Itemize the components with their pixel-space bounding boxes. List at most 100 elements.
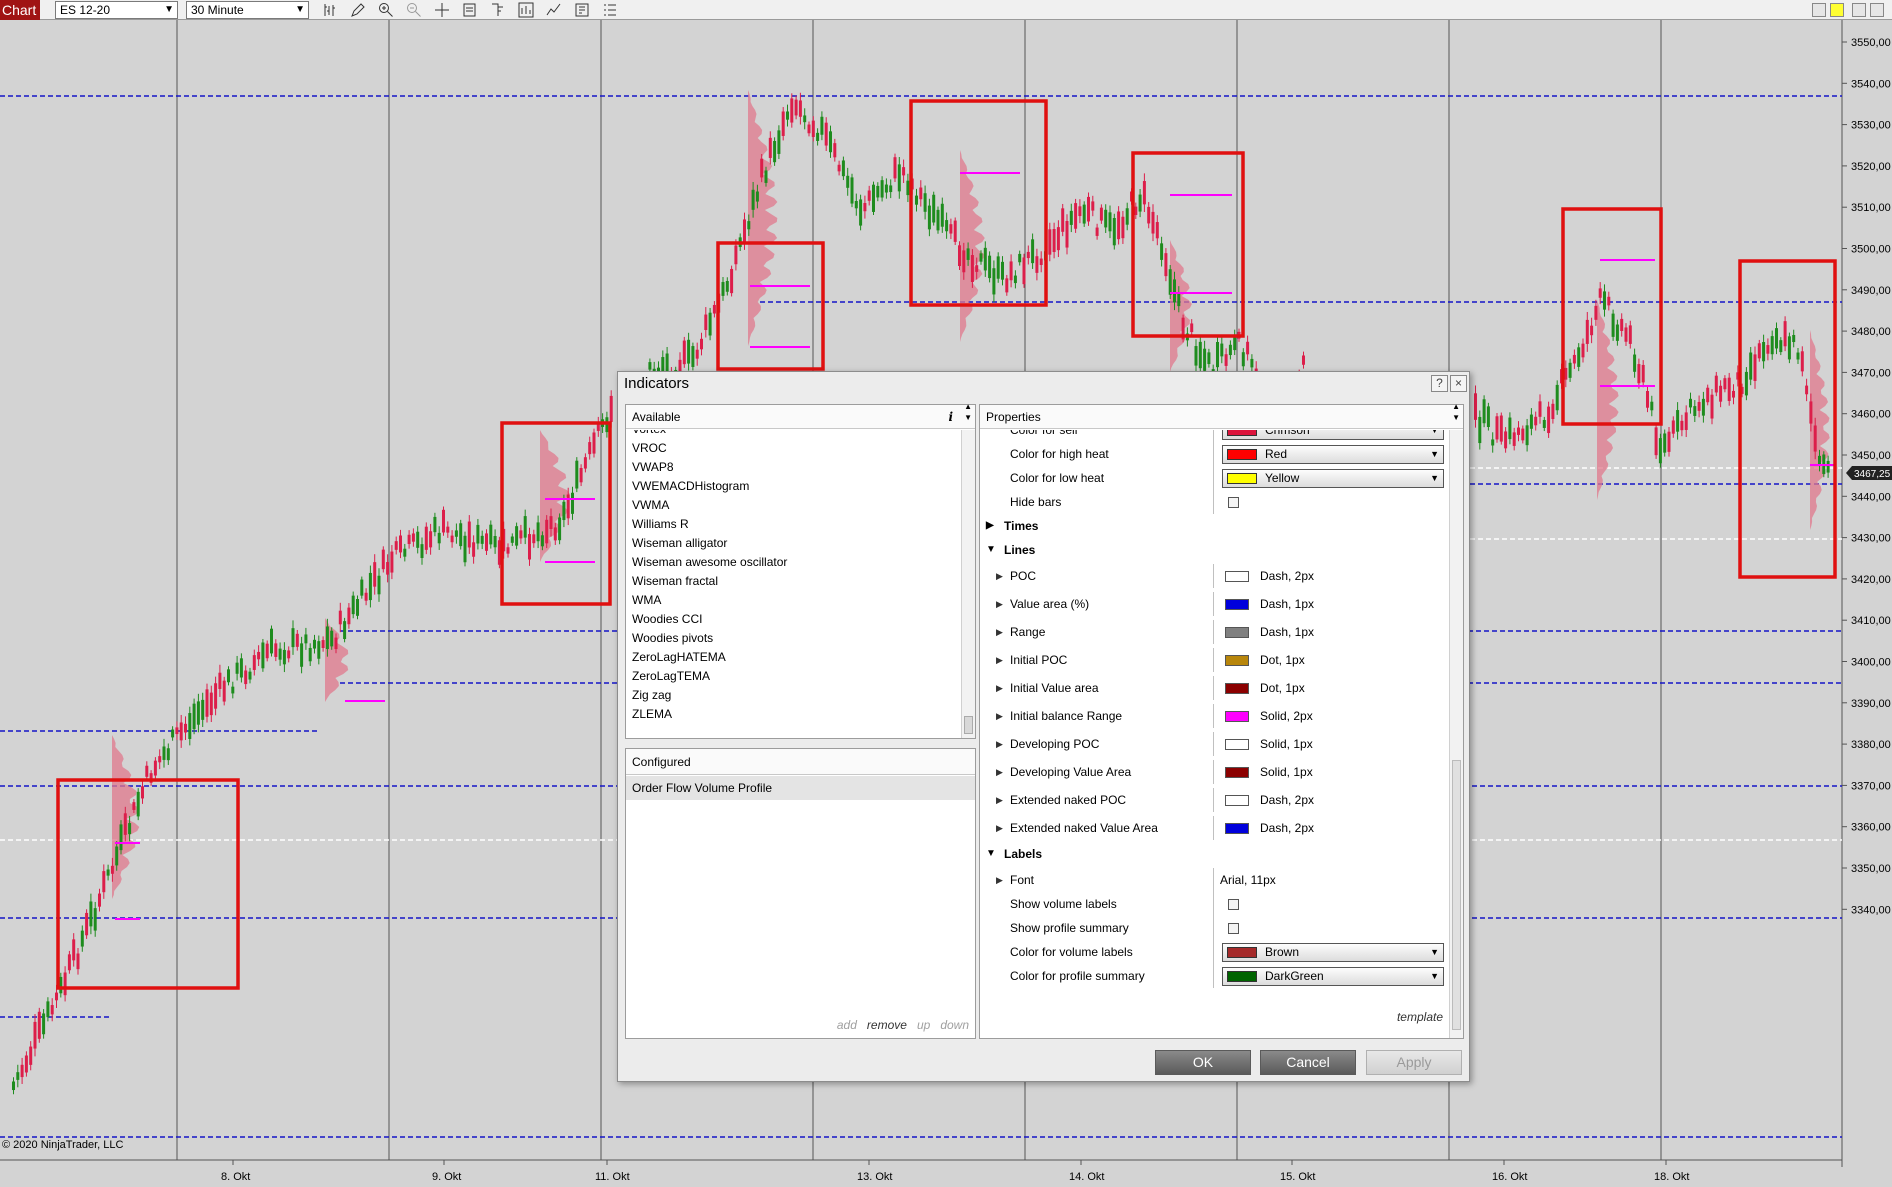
up-link[interactable]: up bbox=[917, 1018, 930, 1032]
available-item[interactable]: VROC bbox=[632, 439, 667, 458]
prop-color-high-heat[interactable]: Color for high heat Red ▼ bbox=[980, 442, 1449, 466]
available-item[interactable]: VWMA bbox=[632, 496, 669, 515]
cancel-button[interactable]: Cancel bbox=[1260, 1050, 1356, 1075]
available-item[interactable]: ZeroLagHATEMA bbox=[632, 648, 726, 667]
prop-color-sell[interactable]: Color for sell Crimson ▼ bbox=[980, 430, 1449, 442]
available-item[interactable]: ZeroLagTEMA bbox=[632, 667, 710, 686]
zoom-in-icon[interactable] bbox=[378, 2, 394, 18]
prop-developing-value-area[interactable]: ▶ Developing Value Area Solid, 1px bbox=[980, 760, 1449, 784]
properties-icon[interactable] bbox=[490, 2, 506, 18]
candle-body bbox=[1719, 385, 1723, 402]
available-item[interactable]: Wiseman fractal bbox=[632, 572, 718, 591]
candle-body bbox=[1026, 251, 1030, 259]
prop-hide-bars[interactable]: Hide bars bbox=[980, 490, 1449, 514]
maximize-icon[interactable] bbox=[1870, 3, 1884, 17]
help-button[interactable]: ? bbox=[1431, 375, 1448, 392]
crosshair-icon[interactable] bbox=[434, 2, 450, 18]
candle-body bbox=[282, 649, 286, 665]
prop-developing-poc[interactable]: ▶ Developing POC Solid, 1px bbox=[980, 732, 1449, 756]
show-volume-labels-checkbox[interactable] bbox=[1228, 899, 1239, 910]
chart-tab[interactable]: Chart bbox=[0, 0, 40, 20]
window-icon[interactable] bbox=[1812, 3, 1826, 17]
scroll-thumb[interactable] bbox=[1452, 760, 1461, 1030]
sort-arrows-icon[interactable]: ▲ ▼ bbox=[1452, 401, 1460, 423]
instrument-selector[interactable]: ES 12-20 ▼ bbox=[55, 1, 178, 19]
templates-icon[interactable] bbox=[574, 2, 590, 18]
minimize-icon[interactable] bbox=[1852, 3, 1866, 17]
color-dropdown[interactable]: Red ▼ bbox=[1222, 445, 1444, 464]
available-item[interactable]: Woodies CCI bbox=[632, 610, 702, 629]
prop-show-profile-summary[interactable]: Show profile summary bbox=[980, 916, 1449, 940]
available-item[interactable]: Zig zag bbox=[632, 686, 671, 705]
time-axis[interactable]: 8. Okt 9. Okt 11. Okt 13. Okt 14. Okt 15. Okt… bbox=[221, 1160, 1689, 1183]
remove-link[interactable]: remove bbox=[867, 1018, 907, 1032]
available-item[interactable]: ZLEMA bbox=[632, 705, 672, 724]
category-labels[interactable]: ▼ Labels bbox=[980, 842, 1449, 866]
ninjatrader-chart-window: Chart ES 12-20 ▼ 30 Minute ▼ 3550,00 3540… bbox=[0, 0, 1892, 1187]
candle-body bbox=[863, 203, 867, 212]
prop-color-profile-summary[interactable]: Color for profile summary DarkGreen ▼ bbox=[980, 964, 1449, 988]
available-scrollbar[interactable] bbox=[961, 430, 975, 738]
indicators-icon[interactable] bbox=[546, 2, 562, 18]
available-list[interactable]: VortexVROCVWAP8VWEMACDHistogramVWMAWilli… bbox=[626, 430, 961, 738]
sort-arrows-icon[interactable]: ▲ ▼ bbox=[964, 401, 972, 423]
configured-item[interactable]: Order Flow Volume Profile bbox=[626, 776, 975, 800]
prop-font[interactable]: ▶ Font Arial, 11px bbox=[980, 868, 1449, 892]
color-dropdown[interactable]: Brown ▼ bbox=[1222, 943, 1444, 962]
category-lines[interactable]: ▼ Lines bbox=[980, 538, 1449, 562]
timeframe-selector[interactable]: 30 Minute ▼ bbox=[186, 1, 309, 19]
link-color-icon[interactable] bbox=[1830, 3, 1844, 17]
prop-initial-value-area[interactable]: ▶ Initial Value area Dot, 1px bbox=[980, 676, 1449, 700]
available-item[interactable]: Wiseman awesome oscillator bbox=[632, 553, 787, 572]
template-link[interactable]: template bbox=[1397, 1010, 1443, 1024]
list-icon[interactable] bbox=[602, 2, 618, 18]
properties-scrollbar[interactable] bbox=[1449, 430, 1463, 1038]
strategies-icon[interactable] bbox=[518, 2, 534, 18]
available-item[interactable]: VWEMACDHistogram bbox=[632, 477, 749, 496]
ok-button[interactable]: OK bbox=[1155, 1050, 1251, 1075]
hide-bars-checkbox[interactable] bbox=[1228, 497, 1239, 508]
apply-button[interactable]: Apply bbox=[1366, 1050, 1462, 1075]
available-item[interactable]: Williams R bbox=[632, 515, 689, 534]
prop-initial-balance-range[interactable]: ▶ Initial balance Range Solid, 2px bbox=[980, 704, 1449, 728]
prop-range[interactable]: ▶ Range Dash, 1px bbox=[980, 620, 1449, 644]
available-item[interactable]: Woodies pivots bbox=[632, 629, 713, 648]
prop-poc[interactable]: ▶ POC Dash, 2px bbox=[980, 564, 1449, 588]
prop-initial-poc[interactable]: ▶ Initial POC Dot, 1px bbox=[980, 648, 1449, 672]
data-box-icon[interactable] bbox=[462, 2, 478, 18]
available-item[interactable]: WMA bbox=[632, 591, 661, 610]
prop-extended-naked-value-area[interactable]: ▶ Extended naked Value Area Dash, 2px bbox=[980, 816, 1449, 840]
candle-body bbox=[394, 541, 398, 550]
candle-body bbox=[218, 672, 222, 689]
candle-body bbox=[89, 901, 93, 927]
candle-body bbox=[411, 533, 415, 542]
add-link[interactable]: add bbox=[837, 1018, 857, 1032]
scroll-thumb[interactable] bbox=[964, 716, 973, 734]
color-dropdown[interactable]: Yellow ▼ bbox=[1222, 469, 1444, 488]
candle-body bbox=[1671, 420, 1675, 434]
prop-show-volume-labels[interactable]: Show volume labels bbox=[980, 892, 1449, 916]
show-profile-summary-checkbox[interactable] bbox=[1228, 923, 1239, 934]
info-icon[interactable]: i bbox=[948, 405, 953, 429]
pencil-icon[interactable] bbox=[350, 2, 366, 18]
down-link[interactable]: down bbox=[940, 1018, 969, 1032]
close-button[interactable]: × bbox=[1450, 375, 1467, 392]
prop-color-volume-labels[interactable]: Color for volume labels Brown ▼ bbox=[980, 940, 1449, 964]
available-item[interactable]: Vortex bbox=[632, 430, 666, 439]
prop-value-area[interactable]: ▶ Value area (%) Dash, 1px bbox=[980, 592, 1449, 616]
prop-extended-naked-poc[interactable]: ▶ Extended naked POC Dash, 2px bbox=[980, 788, 1449, 812]
candle-body bbox=[583, 457, 587, 469]
candle-body bbox=[519, 530, 523, 539]
bar-style-icon[interactable] bbox=[322, 2, 338, 18]
candle-body bbox=[893, 157, 897, 179]
candle-body bbox=[682, 340, 686, 365]
prop-color-low-heat[interactable]: Color for low heat Yellow ▼ bbox=[980, 466, 1449, 490]
color-dropdown[interactable]: DarkGreen ▼ bbox=[1222, 967, 1444, 986]
prop-value: Dash, 2px bbox=[1260, 793, 1315, 807]
available-item[interactable]: Wiseman alligator bbox=[632, 534, 727, 553]
zoom-out-icon[interactable] bbox=[406, 2, 422, 18]
color-dropdown[interactable]: Crimson ▼ bbox=[1222, 430, 1444, 440]
available-item[interactable]: VWAP8 bbox=[632, 458, 674, 477]
line-color-swatch bbox=[1225, 767, 1249, 778]
category-times[interactable]: ▶ Times bbox=[980, 514, 1449, 538]
